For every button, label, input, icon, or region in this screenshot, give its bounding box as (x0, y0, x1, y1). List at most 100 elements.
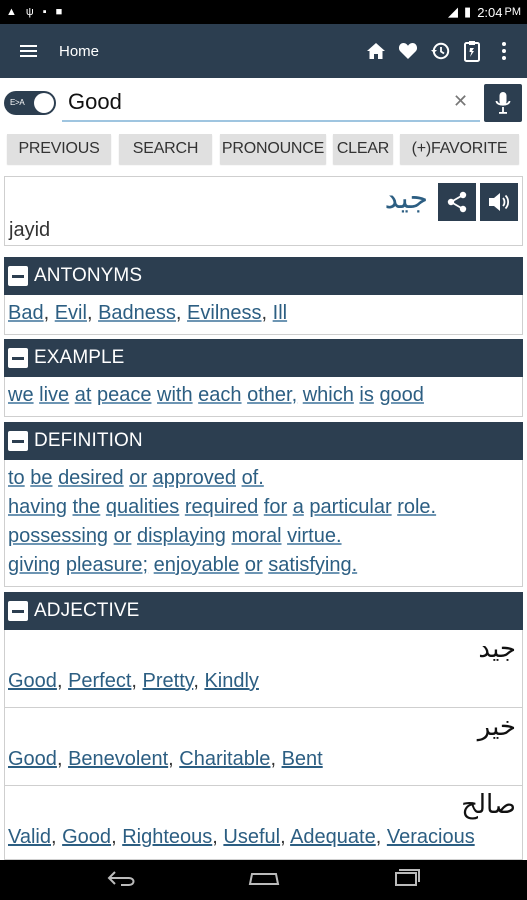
collapse-icon[interactable] (8, 348, 28, 368)
example-word[interactable]: peace (97, 384, 152, 406)
synonym-list: Good, Perfect, Pretty, Kindly (8, 670, 259, 692)
definition-word[interactable]: particular (309, 496, 391, 518)
definition-word[interactable]: for (264, 496, 287, 518)
arabic-translation: جيد (384, 181, 428, 216)
example-word[interactable]: other, (247, 384, 297, 406)
example-word[interactable]: at (75, 384, 92, 406)
adjective-section: ADJECTIVE جيد Good, Perfect, Pretty, Kin… (4, 592, 523, 860)
synonym-link[interactable]: Bent (282, 748, 323, 770)
antonym-link[interactable]: Badness (98, 302, 176, 324)
transliteration: jayid (9, 219, 51, 241)
search-input[interactable] (62, 84, 480, 122)
definition-word[interactable]: or (245, 554, 263, 576)
synonym-link[interactable]: Benevolent (68, 748, 168, 770)
definition-word[interactable]: required (185, 496, 258, 518)
antonyms-header[interactable]: ANTONYMS (4, 257, 523, 295)
home-icon[interactable] (363, 36, 389, 66)
definition-word[interactable]: displaying (137, 525, 226, 547)
example-word[interactable]: which (303, 384, 354, 406)
collapse-icon[interactable] (8, 431, 28, 451)
search-row: E>A ✕ (0, 82, 527, 126)
antonym-link[interactable]: Ill (273, 302, 287, 324)
definition-word[interactable]: be (30, 467, 52, 489)
recents-icon[interactable] (391, 868, 421, 893)
definition-word[interactable]: desired (58, 467, 124, 489)
synonym-link[interactable]: Good (8, 670, 57, 692)
page-title: Home (59, 42, 100, 60)
more-vertical-icon[interactable] (491, 36, 517, 66)
synonym-link[interactable]: Good (8, 748, 57, 770)
antonym-link[interactable]: Bad (8, 302, 44, 324)
home-nav-icon[interactable] (247, 870, 281, 891)
example-word[interactable]: live (39, 384, 69, 406)
previous-button[interactable]: PREVIOUS (7, 134, 111, 164)
definition-word[interactable]: a (293, 496, 304, 518)
system-nav-bar (0, 860, 527, 900)
antonym-link[interactable]: Evilness (187, 302, 261, 324)
history-icon[interactable] (427, 36, 453, 66)
synonym-link[interactable]: Valid (8, 826, 51, 848)
synonym-link[interactable]: Kindly (204, 670, 258, 692)
example-word[interactable]: we (8, 384, 34, 406)
synonym-link[interactable]: Good (62, 826, 111, 848)
microphone-icon[interactable] (484, 84, 522, 122)
antonym-link[interactable]: Evil (55, 302, 87, 324)
adjective-arabic: خير (477, 712, 516, 742)
language-direction-toggle[interactable]: E>A (4, 91, 56, 115)
definition-word[interactable]: the (73, 496, 101, 518)
usb-icon: ψ (25, 5, 34, 18)
definition-word[interactable]: enjoyable (154, 554, 240, 576)
example-header[interactable]: EXAMPLE (4, 339, 523, 377)
synonym-list: Good, Benevolent, Charitable, Bent (8, 748, 323, 770)
synonym-link[interactable]: Righteous (122, 826, 212, 848)
example-word[interactable]: with (157, 384, 193, 406)
synonym-link[interactable]: Pretty (143, 670, 194, 692)
definition-heading: DEFINITION (34, 430, 143, 451)
app-actions (363, 36, 527, 66)
battery-icon: ▮ (464, 4, 472, 19)
clipboard-icon[interactable] (459, 36, 485, 66)
definition-word[interactable]: of. (242, 467, 264, 489)
example-heading: EXAMPLE (34, 347, 125, 368)
synonym-link[interactable]: Veracious (387, 826, 475, 848)
definition-word[interactable]: moral (232, 525, 282, 547)
definition-header[interactable]: DEFINITION (4, 422, 523, 460)
definition-word[interactable]: giving (8, 554, 60, 576)
favorite-button[interactable]: (+)FAVORITE (400, 134, 519, 164)
menu-icon[interactable] (0, 24, 56, 78)
example-word[interactable]: good (379, 384, 424, 406)
synonym-link[interactable]: Useful (223, 826, 280, 848)
synonym-link[interactable]: Perfect (68, 670, 131, 692)
definition-word[interactable]: role. (397, 496, 436, 518)
example-word[interactable]: is (359, 384, 373, 406)
status-bar: ▲ ψ ▪ ■ ◢ ▮ 2:04 PM (0, 0, 527, 24)
definition-line: giving pleasure; enjoyable or satisfying… (8, 551, 519, 580)
collapse-icon[interactable] (8, 266, 28, 286)
speaker-icon[interactable] (480, 183, 518, 221)
definition-word[interactable]: virtue. (287, 525, 341, 547)
share-icon[interactable] (438, 183, 476, 221)
heart-icon[interactable] (395, 36, 421, 66)
collapse-icon[interactable] (8, 601, 28, 621)
synonym-link[interactable]: Adequate (290, 826, 376, 848)
definition-word[interactable]: having (8, 496, 67, 518)
definition-word[interactable]: or (114, 525, 132, 547)
adjective-heading: ADJECTIVE (34, 600, 140, 621)
clear-text-icon[interactable]: ✕ (453, 91, 468, 112)
definition-word[interactable]: to (8, 467, 25, 489)
definition-word[interactable]: qualities (106, 496, 179, 518)
clear-button[interactable]: CLEAR (333, 134, 393, 164)
synonym-link[interactable]: Charitable (179, 748, 270, 770)
definition-word[interactable]: or (129, 467, 147, 489)
definition-word[interactable]: satisfying. (268, 554, 357, 576)
pronounce-button[interactable]: PRONOUNCE (220, 134, 326, 164)
definition-word[interactable]: possessing (8, 525, 108, 547)
example-word[interactable]: each (198, 384, 241, 406)
definition-word[interactable]: approved (153, 467, 236, 489)
definition-word[interactable]: pleasure; (66, 554, 148, 576)
search-button[interactable]: SEARCH (119, 134, 212, 164)
adjective-header[interactable]: ADJECTIVE (4, 592, 523, 630)
status-left-icons: ▲ ψ ▪ ■ (6, 5, 62, 18)
adjective-entry: صالح Valid, Good, Righteous, Useful, Ade… (4, 786, 523, 860)
back-icon[interactable] (107, 869, 137, 892)
